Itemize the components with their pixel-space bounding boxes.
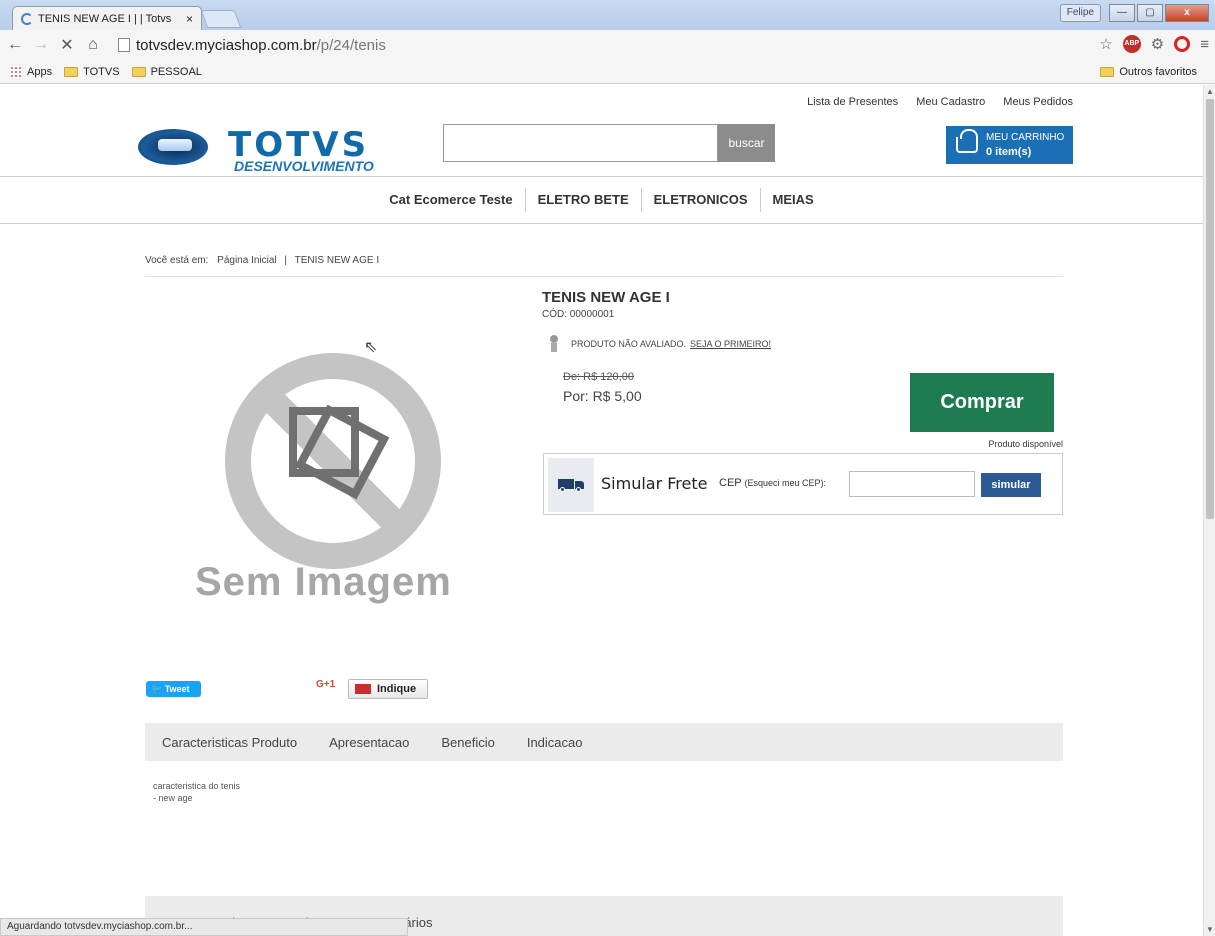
cart-title: MEU CARRINHO (986, 132, 1065, 143)
adblock-icon[interactable]: ABP (1122, 35, 1141, 53)
menu-item-eletro-bete[interactable]: ELETRO BETE (526, 188, 642, 212)
description-line: caracteristica do tenis (153, 781, 241, 791)
bookmark-totvs[interactable]: TOTVS (64, 66, 120, 78)
cart-button[interactable]: MEU CARRINHO 0 item(s) (946, 126, 1073, 164)
award-ribbon-icon (549, 335, 559, 353)
back-icon[interactable]: ← (4, 36, 26, 54)
menu-item-cat-ecomerce[interactable]: Cat Ecomerce Teste (377, 188, 526, 212)
star-icon[interactable]: ☆ (1099, 35, 1112, 53)
tab-indicacao[interactable]: Indicacao (527, 735, 583, 750)
site-logo[interactable]: TOTVS DESENVOLVIMENTO (138, 125, 398, 175)
search-form: buscar (443, 124, 775, 162)
window-close-icon[interactable]: x (1165, 4, 1209, 22)
breadcrumb-prefix: Você está em: (145, 255, 209, 266)
scroll-thumb[interactable] (1206, 99, 1214, 519)
scroll-up-icon[interactable]: ▲ (1206, 87, 1214, 96)
cep-input[interactable] (849, 471, 975, 497)
opera-icon[interactable] (1174, 36, 1191, 52)
link-my-orders[interactable]: Meus Pedidos (1003, 96, 1073, 108)
browser-titlebar: TENIS NEW AGE I | | Totvs × Felipe — ▢ x (0, 0, 1215, 30)
link-my-account[interactable]: Meu Cadastro (916, 96, 985, 108)
folder-icon (131, 66, 146, 77)
tweet-button[interactable]: 🐦 Tweet (146, 681, 201, 697)
no-image-text: Sem Imagem (195, 560, 452, 604)
maximize-icon[interactable]: ▢ (1137, 4, 1163, 22)
menu-icon[interactable]: ≡ (1200, 36, 1209, 53)
url-path: /p/24/tenis (316, 36, 386, 54)
window-controls: Felipe — ▢ x (1059, 4, 1209, 22)
scroll-down-icon[interactable]: ▼ (1206, 925, 1214, 934)
tab-beneficio[interactable]: Beneficio (441, 735, 494, 750)
bookmark-apps[interactable]: Apps (10, 65, 52, 78)
page-scrollbar[interactable]: ▲ ▼ (1203, 85, 1215, 936)
rating-text: PRODUTO NÃO AVALIADO. (571, 339, 687, 349)
stop-icon[interactable]: ✕ (56, 35, 78, 55)
product-code: CÓD: 00000001 (542, 309, 615, 320)
forward-icon[interactable]: → (30, 36, 52, 54)
bookmarks-bar: Apps TOTVS PESSOAL Outros favoritos (0, 60, 1215, 84)
recommend-button[interactable]: Indique (348, 679, 428, 699)
search-button[interactable]: buscar (718, 124, 775, 162)
home-icon[interactable]: ⌂ (82, 36, 104, 54)
price-old: De: R$ 120,00 (563, 371, 634, 383)
link-gift-list[interactable]: Lista de Presentes (807, 96, 898, 108)
top-links: Lista de Presentes Meu Cadastro Meus Ped… (807, 96, 1073, 108)
logo-subtitle: DESENVOLVIMENTO (234, 158, 374, 174)
rate-first-link[interactable]: SEJA O PRIMEIRO! (690, 339, 771, 349)
mouse-cursor-icon: ⇖ (364, 339, 378, 356)
truck-icon-box (548, 458, 594, 512)
divider (145, 276, 1063, 277)
browser-toolbar: ← → ✕ ⌂ totvsdev.myciashop.com.br/p/24/t… (0, 30, 1215, 60)
shipping-simulator: Simular Frete CEP (Esqueci meu CEP): sim… (543, 453, 1063, 515)
status-bar: Aguardando totvsdev.myciashop.com.br... (0, 918, 408, 936)
bookmark-pessoal[interactable]: PESSOAL (131, 66, 202, 78)
simulate-button[interactable]: simular (981, 473, 1041, 497)
minimize-icon[interactable]: — (1109, 4, 1135, 22)
folder-icon (64, 66, 79, 77)
profile-button[interactable]: Felipe (1059, 4, 1101, 22)
apps-grid-icon (10, 65, 22, 78)
breadcrumb-separator: | (284, 255, 288, 266)
address-bar[interactable]: totvsdev.myciashop.com.br/p/24/tenis (118, 33, 1093, 57)
breadcrumb: Você está em: Página Inicial | TENIS NEW… (145, 255, 379, 266)
forgot-cep-link[interactable]: (Esqueci meu CEP): (744, 478, 826, 488)
loading-spinner-icon (21, 12, 33, 25)
page-icon (118, 38, 130, 52)
browser-tab[interactable]: TENIS NEW AGE I | | Totvs × (12, 6, 202, 30)
bookmark-other[interactable]: Outros favoritos (1100, 66, 1197, 78)
url-host: totvsdev.myciashop.com.br (136, 36, 317, 54)
product-title: TENIS NEW AGE I (542, 289, 670, 306)
price-new: Por: R$ 5,00 (563, 388, 642, 404)
breadcrumb-home[interactable]: Página Inicial (217, 255, 276, 266)
new-tab-button[interactable] (200, 10, 242, 28)
truck-icon (558, 479, 584, 492)
shipping-title: Simular Frete (601, 474, 708, 493)
menu-item-eletronicos[interactable]: ELETRONICOS (642, 188, 761, 212)
basket-icon (956, 129, 978, 153)
tab-caracteristicas[interactable]: Caracteristicas Produto (162, 735, 297, 750)
breadcrumb-current: TENIS NEW AGE I (294, 255, 380, 266)
logo-mark (138, 129, 208, 165)
folder-icon (1100, 66, 1115, 77)
toolbar-extensions: ☆ ABP ⚙ ≡ (1099, 35, 1209, 53)
description-line: - new age (153, 793, 193, 803)
buy-button[interactable]: Comprar (910, 373, 1054, 432)
google-plus-button[interactable]: G+1 (316, 679, 335, 690)
product-description: caracteristica do tenis - new age (153, 780, 240, 804)
page-viewport: Lista de Presentes Meu Cadastro Meus Ped… (0, 85, 1203, 936)
menu-item-meias[interactable]: MEIAS (761, 188, 826, 212)
tab-apresentacao[interactable]: Apresentacao (329, 735, 409, 750)
search-input[interactable] (443, 124, 718, 162)
category-menu: Cat Ecomerce Teste ELETRO BETE ELETRONIC… (0, 176, 1203, 224)
tab-title: TENIS NEW AGE I | | Totvs (38, 12, 172, 25)
availability-text: Produto disponível (988, 439, 1063, 449)
mail-icon (355, 684, 371, 694)
cep-label: CEP (Esqueci meu CEP): (719, 477, 827, 489)
tab-close-icon[interactable]: × (186, 12, 193, 26)
cart-count: 0 item(s) (986, 146, 1032, 158)
extension-icon[interactable]: ⚙ (1151, 35, 1164, 53)
product-rating: PRODUTO NÃO AVALIADO. SEJA O PRIMEIRO! (549, 335, 771, 353)
product-tabs: Caracteristicas Produto Apresentacao Ben… (145, 723, 1063, 761)
